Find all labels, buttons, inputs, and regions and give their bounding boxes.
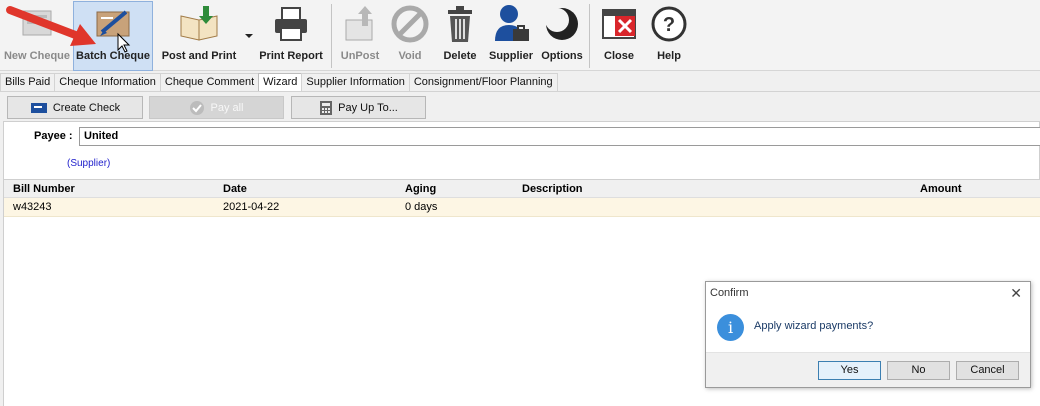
pay-up-to-label: Pay Up To... <box>338 101 398 114</box>
toolbar: New Cheque Batch Cheque Post and Print P… <box>0 0 1040 71</box>
help-button[interactable]: ? Help <box>646 2 692 70</box>
unpost-label: UnPost <box>340 50 380 62</box>
help-label: Help <box>657 50 681 62</box>
create-check-button[interactable]: Create Check <box>7 96 143 119</box>
dialog-message: Apply wizard payments? <box>754 320 874 332</box>
close-button[interactable]: Close <box>596 2 642 70</box>
void-button[interactable]: Void <box>387 2 433 70</box>
column-header-bill-number[interactable]: Bill Number <box>13 183 75 195</box>
options-button[interactable]: Options <box>539 2 585 70</box>
payee-field[interactable]: United <box>79 127 1040 146</box>
pay-up-to-button[interactable]: Pay Up To... <box>291 96 426 119</box>
pay-all-button[interactable]: Pay all <box>149 96 284 119</box>
info-icon: i <box>717 314 744 341</box>
column-header-date[interactable]: Date <box>223 183 247 195</box>
batch-cheque-button[interactable]: Batch Cheque <box>73 1 153 71</box>
wizard-action-bar: Create Check Pay all Pay Up To... <box>0 91 1040 121</box>
column-header-amount[interactable]: Amount <box>920 183 962 195</box>
post-and-print-label: Post and Print <box>161 50 237 62</box>
column-header-description[interactable]: Description <box>522 183 583 195</box>
batch-cheque-label: Batch Cheque <box>76 50 150 62</box>
calculator-icon <box>320 100 333 115</box>
table-row[interactable]: w43243 2021-04-22 0 days <box>4 198 1040 217</box>
svg-text:?: ? <box>663 14 675 36</box>
dialog-close-icon[interactable]: ✕ <box>1010 285 1022 302</box>
column-header-aging[interactable]: Aging <box>405 183 436 195</box>
delete-label: Delete <box>443 50 477 62</box>
grid-header: Bill Number Date Aging Description Amoun… <box>4 179 1040 198</box>
post-and-print-icon <box>177 2 221 46</box>
yes-button[interactable]: Yes <box>818 361 881 380</box>
dialog-footer: Yes No Cancel <box>706 352 1030 387</box>
tab-wizard[interactable]: Wizard <box>258 73 303 92</box>
close-label: Close <box>604 50 634 62</box>
void-label: Void <box>398 50 422 62</box>
tab-bar: Bills Paid Cheque Information Cheque Com… <box>0 73 558 92</box>
new-cheque-icon <box>17 2 57 46</box>
app-window: { "toolbar": { "new_cheque": "New Cheque… <box>0 0 1040 406</box>
cancel-button[interactable]: Cancel <box>956 361 1019 380</box>
printer-icon <box>271 2 311 46</box>
help-icon: ? <box>649 2 689 46</box>
trash-icon <box>442 2 478 46</box>
print-report-button[interactable]: Print Report <box>256 2 326 70</box>
void-icon <box>390 2 430 46</box>
post-and-print-dropdown-arrow[interactable] <box>245 34 253 38</box>
new-cheque-button[interactable]: New Cheque <box>3 2 71 70</box>
post-and-print-button[interactable]: Post and Print <box>158 2 240 70</box>
dialog-title: Confirm <box>710 287 749 299</box>
new-cheque-label: New Cheque <box>3 50 70 62</box>
toolbar-separator <box>331 4 332 68</box>
tab-cheque-comment[interactable]: Cheque Comment <box>159 73 260 91</box>
unpost-icon <box>340 2 380 46</box>
supplier-button[interactable]: Supplier <box>486 2 536 70</box>
tab-cheque-information[interactable]: Cheque Information <box>54 73 161 91</box>
pay-all-icon <box>190 100 205 115</box>
cell-date: 2021-04-22 <box>223 201 280 213</box>
options-icon <box>542 2 582 46</box>
cell-bill-number: w43243 <box>13 201 52 213</box>
print-report-label: Print Report <box>259 50 323 62</box>
options-label: Options <box>541 50 583 62</box>
no-button[interactable]: No <box>887 361 950 380</box>
confirm-dialog: Confirm ✕ i Apply wizard payments? Yes N… <box>705 281 1031 388</box>
payee-section: Payee : United (Supplier) <box>3 121 1040 179</box>
supplier-label: Supplier <box>488 50 533 62</box>
check-icon <box>30 102 47 113</box>
tab-supplier-information[interactable]: Supplier Information <box>301 73 410 91</box>
cell-aging: 0 days <box>405 201 438 213</box>
payee-type-label: (Supplier) <box>67 158 111 169</box>
delete-button[interactable]: Delete <box>438 2 482 70</box>
close-icon <box>599 2 639 46</box>
tab-bills-paid[interactable]: Bills Paid <box>0 73 56 91</box>
payee-label: Payee : <box>34 130 73 142</box>
pay-all-label: Pay all <box>210 101 244 114</box>
batch-cheque-icon <box>92 2 134 46</box>
toolbar-separator <box>589 4 590 68</box>
unpost-button[interactable]: UnPost <box>337 2 383 70</box>
supplier-icon <box>491 2 531 46</box>
create-check-label: Create Check <box>52 101 121 114</box>
tab-consignment-floor-planning[interactable]: Consignment/Floor Planning <box>408 73 558 91</box>
